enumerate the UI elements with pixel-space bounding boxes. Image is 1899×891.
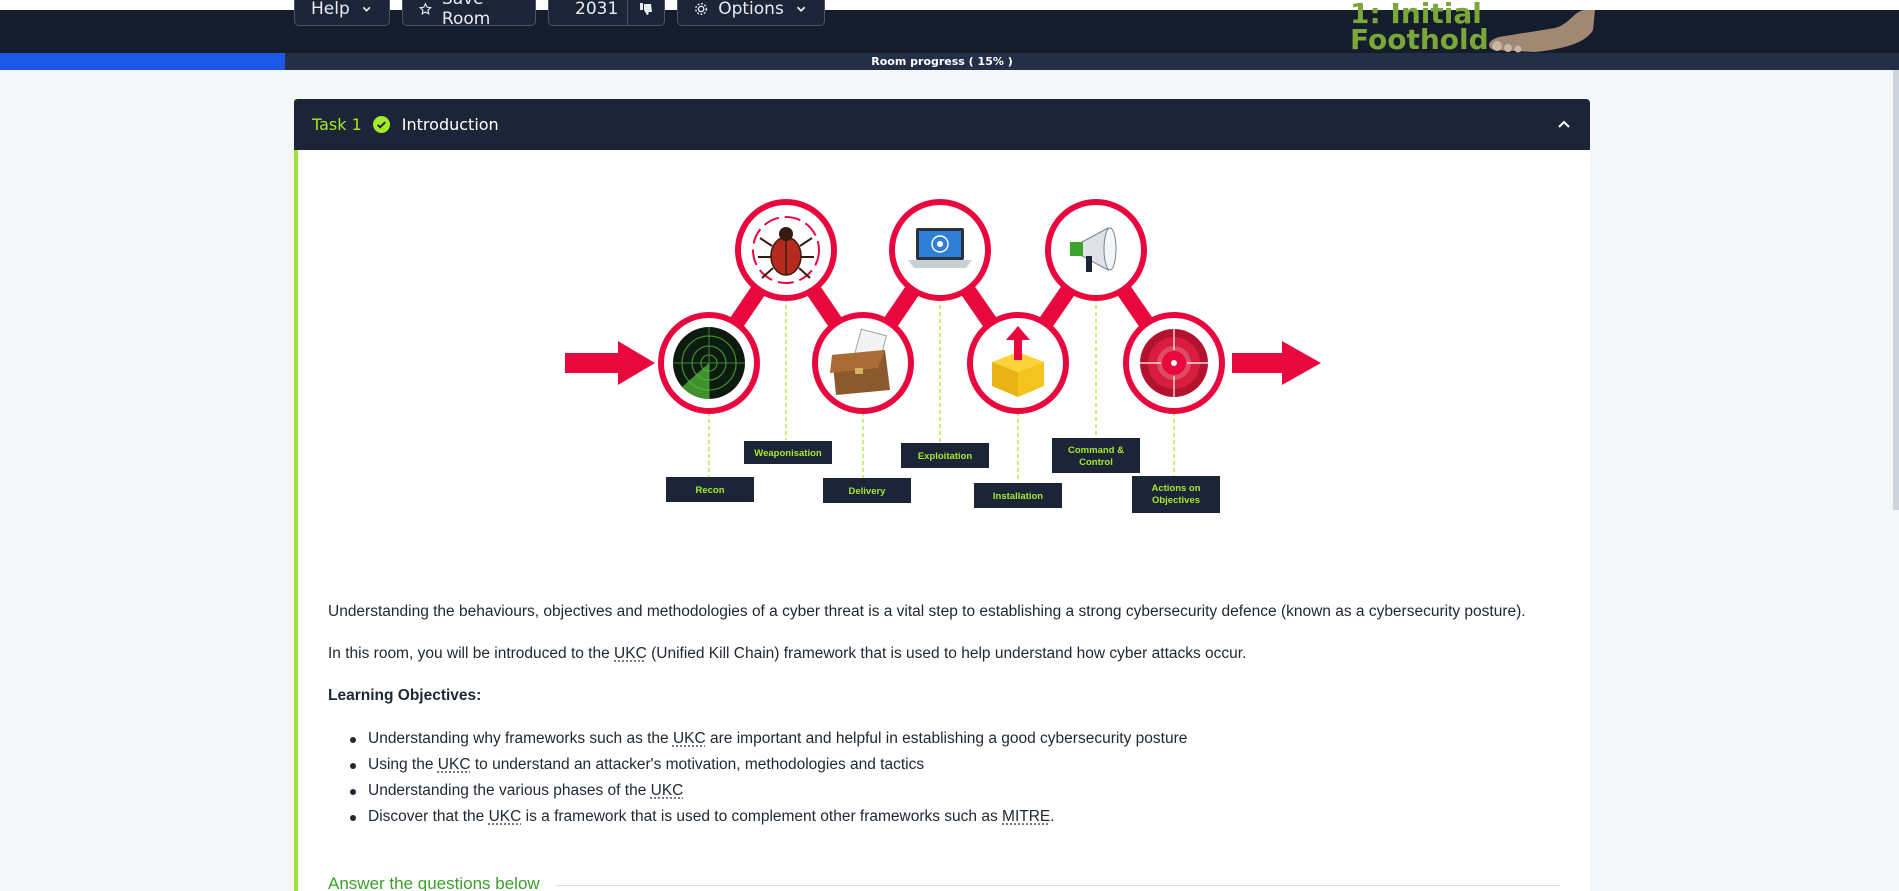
stage-label-aoo-line2: Objectives — [1152, 495, 1200, 506]
foot-illustration — [1475, 10, 1595, 55]
task-header[interactable]: Task 1 Introduction — [294, 99, 1590, 150]
text-span: Understanding why frameworks such as the — [368, 730, 673, 747]
save-room-button[interactable]: Save Room — [402, 0, 536, 26]
megaphone-icon — [1048, 202, 1144, 298]
ukc-abbr: UKC — [651, 782, 684, 799]
text-span: . — [1050, 808, 1054, 825]
list-item: Understanding why frameworks such as the… — [368, 726, 1187, 752]
stage-label-c2-line2: Control — [1079, 457, 1113, 468]
radar-icon — [661, 315, 757, 411]
package-upload-icon — [970, 315, 1066, 411]
help-label: Help — [311, 0, 350, 19]
text-span: In this room, you will be introduced to … — [328, 645, 614, 662]
target-icon — [1126, 315, 1222, 411]
like-count: 2031 — [575, 0, 618, 19]
text-span: Discover that the — [368, 808, 489, 825]
chevron-down-icon — [794, 1, 808, 17]
ukc-diagram: Recon Weaponisation Delivery Exploitatio… — [560, 190, 1330, 530]
stage-label-exploitation: Exploitation — [918, 451, 973, 462]
briefcase-icon — [815, 315, 911, 411]
banner-title-line2: Foothold — [1350, 26, 1489, 54]
chevron-up-icon[interactable] — [1554, 114, 1574, 134]
stage-labels: Recon Weaponisation Delivery Exploitatio… — [666, 438, 1220, 513]
arrow-in-icon — [565, 341, 655, 385]
options-label: Options — [718, 0, 784, 19]
answer-divider — [556, 885, 1560, 886]
room-progress-bar: Room progress ( 15% ) — [0, 53, 1899, 70]
ukc-abbr: UKC — [673, 730, 706, 747]
ukc-abbr: UKC — [614, 645, 647, 662]
stage-label-installation: Installation — [993, 491, 1043, 502]
stage-label-weaponisation: Weaponisation — [754, 448, 822, 459]
ukc-abbr: UKC — [438, 756, 471, 773]
save-room-label: Save Room — [442, 0, 519, 29]
task-number: Task 1 — [312, 115, 362, 134]
options-button[interactable]: Options — [677, 0, 825, 26]
laptop-target-icon — [892, 202, 988, 298]
objectives-heading: Learning Objectives: — [328, 684, 481, 708]
star-icon — [419, 1, 432, 17]
stage-label-recon: Recon — [695, 485, 724, 496]
thumbs-down-icon — [638, 1, 654, 17]
stage-label-delivery: Delivery — [849, 486, 887, 497]
stage-label-aoo-line1: Actions on — [1151, 483, 1200, 494]
text-span: Understanding the various phases of the — [368, 782, 651, 799]
stage-label-c2-line1: Command & — [1068, 445, 1124, 456]
gear-icon — [694, 1, 708, 17]
list-item: Discover that the UKC is a framework tha… — [368, 804, 1187, 830]
like-button[interactable]: 2031 — [548, 0, 628, 26]
bug-icon — [738, 202, 834, 298]
task-title: Introduction — [402, 115, 499, 134]
ukc-abbr: UKC — [489, 808, 522, 825]
list-item: Understanding the various phases of the … — [368, 778, 1187, 804]
help-button[interactable]: Help — [294, 0, 390, 26]
mitre-abbr: MITRE — [1002, 808, 1050, 825]
intro-paragraph: Understanding the behaviours, objectives… — [328, 600, 1526, 624]
dislike-button[interactable] — [627, 0, 665, 26]
text-span: Using the — [368, 756, 438, 773]
check-circle-icon — [373, 116, 390, 133]
ukc-intro-paragraph: In this room, you will be introduced to … — [328, 642, 1246, 666]
text-span: (Unified Kill Chain) framework that is u… — [647, 645, 1247, 662]
text-span: to understand an attacker's motivation, … — [471, 756, 925, 773]
objectives-list: Understanding why frameworks such as the… — [368, 726, 1187, 830]
answer-heading: Answer the questions below — [328, 874, 540, 891]
arrow-out-icon — [1232, 341, 1321, 385]
list-item: Using the UKC to understand an attacker'… — [368, 752, 1187, 778]
header-top-strip — [0, 0, 1899, 10]
page-scrollbar[interactable] — [1893, 70, 1899, 510]
chevron-down-icon — [360, 1, 373, 17]
text-span: are important and helpful in establishin… — [706, 730, 1188, 747]
progress-label: Room progress ( 15% ) — [0, 53, 1884, 70]
text-span: is a framework that is used to complemen… — [521, 808, 1002, 825]
